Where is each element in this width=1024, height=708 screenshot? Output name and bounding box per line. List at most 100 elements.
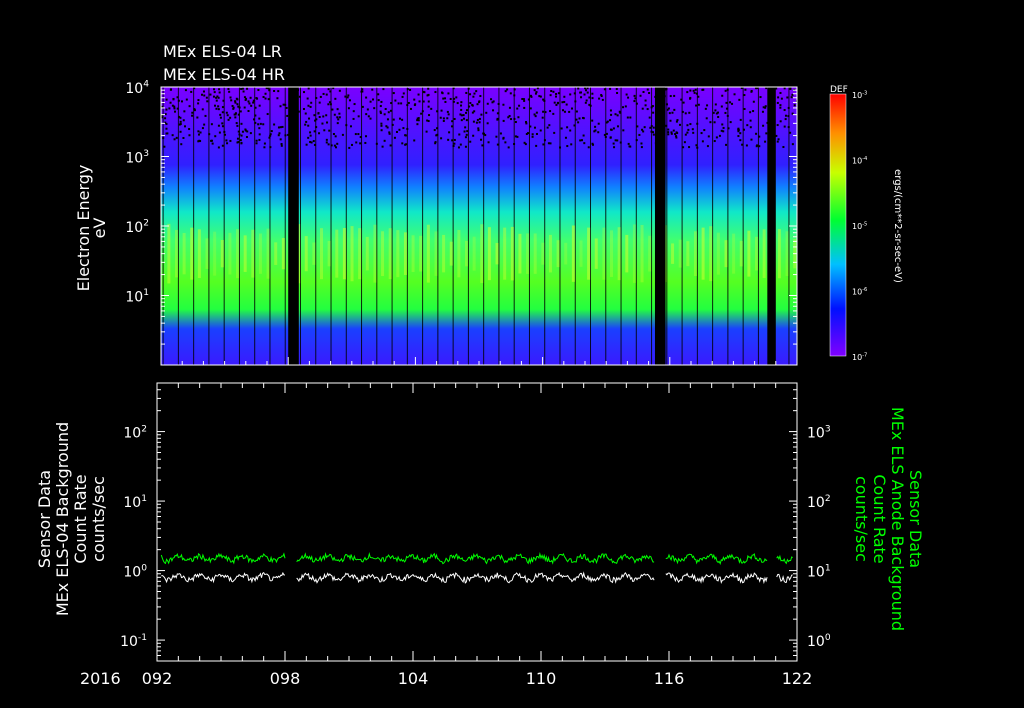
empty-bin: [440, 109, 443, 112]
empty-bin: [441, 92, 444, 95]
empty-bin: [240, 141, 243, 144]
empty-bin: [380, 122, 383, 125]
empty-bin: [635, 102, 638, 105]
x-tick-label: 098: [270, 669, 301, 688]
empty-bin: [457, 146, 460, 149]
empty-bin: [381, 145, 384, 148]
empty-bin: [243, 106, 246, 109]
empty-bin: [462, 117, 465, 120]
empty-bin: [213, 91, 216, 94]
flux-streak: [701, 227, 705, 280]
empty-bin: [217, 105, 220, 108]
empty-bin: [671, 111, 674, 114]
empty-bin: [478, 100, 481, 103]
flux-streak: [648, 235, 652, 272]
empty-bin: [359, 136, 362, 139]
series-line: [296, 551, 655, 565]
empty-bin: [321, 122, 324, 125]
empty-bin: [573, 124, 576, 127]
empty-bin: [587, 146, 590, 149]
header-line-2: MEx ELS-04 HR: [163, 65, 285, 84]
empty-bin: [534, 92, 537, 95]
empty-bin: [779, 104, 782, 107]
empty-bin: [182, 136, 185, 139]
empty-bin: [212, 95, 215, 98]
empty-bin: [236, 98, 239, 101]
empty-bin: [345, 124, 348, 127]
empty-bin: [629, 116, 632, 119]
colorbar-unit: ergs/(cm**2-sr-sec-eV): [892, 169, 903, 283]
empty-bin: [759, 96, 762, 99]
empty-bin: [535, 144, 538, 147]
empty-bin: [219, 113, 222, 116]
empty-bin: [447, 92, 450, 95]
flux-streak: [564, 242, 568, 265]
empty-bin: [240, 134, 243, 137]
empty-bin: [447, 113, 450, 116]
empty-bin: [452, 145, 455, 148]
empty-bin: [361, 90, 364, 93]
empty-bin: [203, 123, 206, 126]
empty-bin: [436, 133, 439, 136]
flux-streak: [571, 225, 575, 282]
empty-bin: [406, 104, 409, 107]
empty-bin: [739, 118, 742, 121]
empty-bin: [460, 101, 463, 104]
empty-bin: [416, 119, 419, 122]
flux-streak: [602, 227, 606, 280]
flux-streak: [747, 230, 751, 277]
empty-bin: [312, 140, 315, 143]
empty-bin: [210, 139, 213, 142]
empty-bin: [640, 146, 643, 149]
empty-bin: [783, 109, 786, 112]
empty-bin: [529, 107, 532, 110]
empty-bin: [173, 138, 176, 141]
empty-bin: [190, 90, 193, 93]
empty-bin: [304, 112, 307, 115]
count-rate-panel: 10-1 100 101 102 100 101 102 103 Sensor Data M…: [35, 382, 925, 662]
empty-bin: [575, 110, 578, 113]
flux-streak: [274, 242, 278, 265]
empty-bin: [559, 146, 562, 149]
empty-bin: [327, 88, 330, 91]
empty-bin: [627, 142, 630, 145]
empty-bin: [394, 99, 397, 102]
empty-bin: [745, 144, 748, 147]
x-axis-year: 2016: [80, 669, 121, 688]
series-line: [296, 571, 655, 584]
empty-bin: [425, 130, 428, 133]
empty-bin: [695, 144, 698, 147]
empty-bin: [333, 113, 336, 116]
empty-bin: [332, 132, 335, 135]
empty-bin: [731, 102, 734, 105]
empty-bin: [682, 101, 685, 104]
empty-bin: [582, 117, 585, 120]
empty-bin: [389, 109, 392, 112]
empty-bin: [314, 119, 317, 122]
empty-bin: [675, 136, 678, 139]
empty-bin: [460, 108, 463, 111]
empty-bin: [514, 121, 517, 124]
y-tick-label: 10-1: [120, 633, 147, 650]
series-line: [665, 553, 768, 565]
empty-bin: [451, 139, 454, 142]
empty-bin: [779, 91, 782, 94]
empty-bin: [600, 93, 603, 96]
empty-bin: [548, 124, 551, 127]
empty-bin: [472, 95, 475, 98]
empty-bin: [569, 129, 572, 132]
empty-bin: [762, 124, 765, 127]
empty-bin: [686, 131, 689, 134]
empty-bin: [467, 87, 470, 90]
empty-bin: [743, 107, 746, 110]
empty-bin: [165, 98, 168, 101]
empty-bin: [601, 98, 604, 101]
flux-streak: [640, 224, 644, 283]
flux-streak: [365, 236, 369, 271]
empty-bin: [784, 114, 787, 117]
empty-bin: [642, 91, 645, 94]
empty-bin: [469, 102, 472, 105]
empty-bin: [673, 108, 676, 111]
empty-bin: [210, 123, 213, 126]
empty-bin: [584, 101, 587, 104]
